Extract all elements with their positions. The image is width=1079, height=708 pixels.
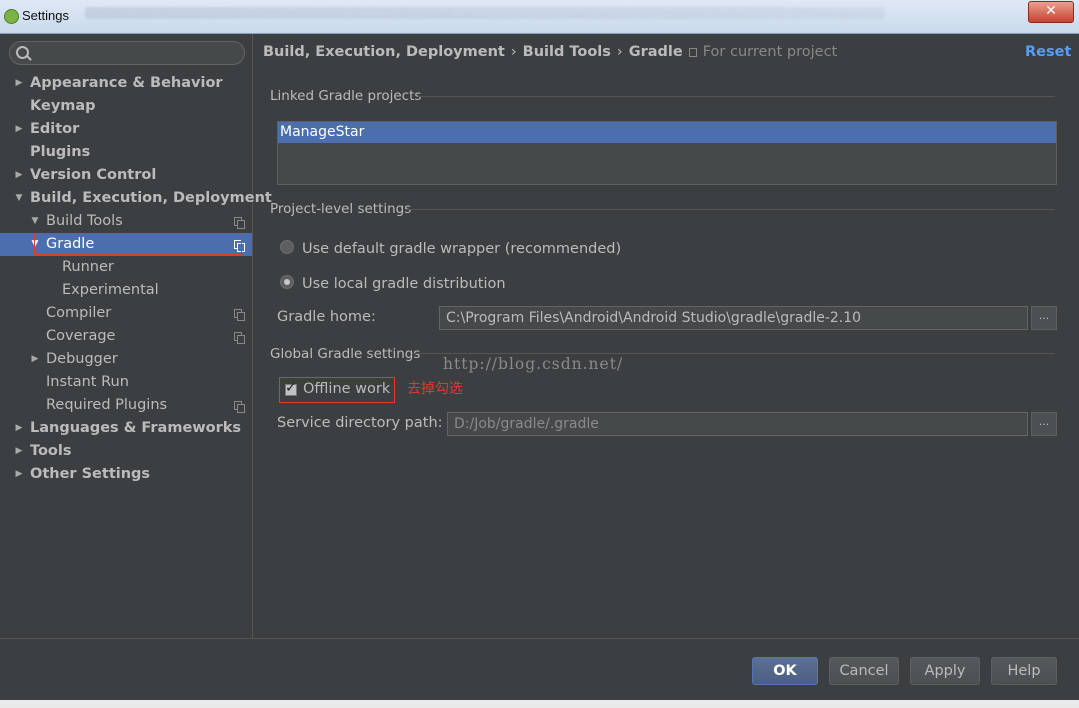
project-level-title: Project-level settings xyxy=(270,201,412,217)
sidebar-item-label: Required Plugins xyxy=(46,397,168,413)
sidebar-item-label: Languages & Frameworks xyxy=(30,420,242,436)
android-studio-icon xyxy=(4,9,19,24)
sidebar-item-label: Compiler xyxy=(46,305,112,321)
gradle-home-browse-button[interactable]: ... xyxy=(1031,306,1057,330)
local-distribution-radio[interactable]: Use local gradle distribution xyxy=(280,275,506,295)
sidebar-item-other-settings[interactable]: ▶ Other Settings xyxy=(0,463,252,486)
sidebar-item-keymap[interactable]: Keymap xyxy=(0,95,252,118)
offline-work-checkbox[interactable]: Offline work xyxy=(279,377,395,403)
sidebar-item-label: Appearance & Behavior xyxy=(30,75,223,91)
sidebar-item-experimental[interactable]: Experimental xyxy=(0,279,252,302)
expand-right-icon[interactable]: ▶ xyxy=(14,118,24,141)
help-button[interactable]: Help xyxy=(991,657,1057,685)
close-button[interactable]: ✕ xyxy=(1028,1,1074,23)
sidebar-item-label: Plugins xyxy=(30,144,91,160)
breadcrumb-separator: › xyxy=(616,44,623,60)
cancel-button[interactable]: Cancel xyxy=(829,657,899,685)
breadcrumb: Build, Execution, Deployment › Build Tools… xyxy=(263,44,837,60)
sidebar-item-label: Version Control xyxy=(30,167,157,183)
sidebar-item-build-tools[interactable]: ▼ Build Tools xyxy=(0,210,252,233)
sidebar-item-label: Instant Run xyxy=(46,374,129,390)
uncheck-annotation: 去掉勾选 xyxy=(407,381,463,397)
for-current-project-note: For current project xyxy=(702,44,838,60)
divider xyxy=(405,209,1055,210)
sidebar-item-runner[interactable]: Runner xyxy=(0,256,252,279)
settings-window: Settings ✕ ▶ Appearance & Behavior Keymap ▶… xyxy=(0,0,1079,708)
sidebar-item-tools[interactable]: ▶ Tools xyxy=(0,440,252,463)
breadcrumb-build-execution[interactable]: Build, Execution, Deployment xyxy=(263,44,505,60)
sidebar-item-editor[interactable]: ▶ Editor xyxy=(0,118,252,141)
expand-right-icon[interactable]: ▶ xyxy=(14,164,24,187)
offline-work-label: Offline work xyxy=(303,381,391,397)
sidebar-item-compiler[interactable]: Compiler xyxy=(0,302,252,325)
service-directory-label: Service directory path: xyxy=(277,415,443,431)
title-bar: Settings ✕ xyxy=(0,0,1079,34)
expand-right-icon[interactable]: ▶ xyxy=(14,417,24,440)
default-wrapper-radio[interactable]: Use default gradle wrapper (recommended) xyxy=(280,240,621,260)
sidebar-item-label: Debugger xyxy=(46,351,118,367)
divider xyxy=(418,96,1055,97)
sidebar-item-debugger[interactable]: ▶ Debugger xyxy=(0,348,252,371)
sidebar-item-appearance-behavior[interactable]: ▶ Appearance & Behavior xyxy=(0,72,252,95)
global-settings-title: Global Gradle settings xyxy=(270,346,421,362)
breadcrumb-separator: › xyxy=(510,44,517,60)
background-status-strip xyxy=(0,700,1079,708)
sidebar-item-label: Keymap xyxy=(30,98,96,114)
gradle-home-field[interactable] xyxy=(439,306,1028,330)
local-distribution-label: Use local gradle distribution xyxy=(302,276,506,292)
project-scope-icon xyxy=(234,401,245,413)
divider xyxy=(0,638,1079,639)
sidebar-item-plugins[interactable]: Plugins xyxy=(0,141,252,164)
window-title: Settings xyxy=(22,8,69,23)
expand-right-icon[interactable]: ▶ xyxy=(14,440,24,463)
sidebar-item-build-execution-deployment[interactable]: ▼ Build, Execution, Deployment xyxy=(0,187,272,210)
expand-down-icon[interactable]: ▼ xyxy=(30,210,40,233)
sidebar-item-label: Build Tools xyxy=(46,213,123,229)
linked-projects-title: Linked Gradle projects xyxy=(270,88,422,104)
radio-button-selected[interactable] xyxy=(280,275,294,289)
project-scope-icon xyxy=(234,309,245,321)
service-directory-browse-button[interactable]: ... xyxy=(1031,412,1057,436)
divider xyxy=(412,353,1055,354)
sidebar-item-required-plugins[interactable]: Required Plugins xyxy=(0,394,252,417)
ok-button[interactable]: OK xyxy=(752,657,818,685)
gradle-home-label: Gradle home: xyxy=(277,309,376,325)
breadcrumb-gradle: Gradle xyxy=(628,44,683,60)
sidebar-item-label: Experimental xyxy=(62,282,159,298)
expand-right-icon[interactable]: ▶ xyxy=(14,463,24,486)
default-wrapper-label: Use default gradle wrapper (recommended) xyxy=(302,241,622,257)
search-input[interactable] xyxy=(9,41,245,65)
reset-link[interactable]: Reset xyxy=(1025,44,1071,60)
expand-right-icon[interactable]: ▶ xyxy=(30,348,40,371)
expand-right-icon[interactable]: ▶ xyxy=(14,72,24,95)
linked-projects-list[interactable]: ManageStar xyxy=(277,121,1057,185)
search-icon xyxy=(16,46,29,59)
gradle-highlight-outline xyxy=(34,233,242,255)
sidebar-item-label: Other Settings xyxy=(30,466,151,482)
watermark: http://blog.csdn.net/ xyxy=(443,355,624,373)
sidebar-item-languages-frameworks[interactable]: ▶ Languages & Frameworks xyxy=(0,417,252,440)
settings-sidebar: ▶ Appearance & Behavior Keymap ▶ Editor Plugi… xyxy=(0,34,272,638)
list-item[interactable]: ManageStar xyxy=(278,122,1056,143)
expand-down-icon[interactable]: ▼ xyxy=(14,187,24,210)
service-directory-field[interactable] xyxy=(447,412,1028,436)
sidebar-item-label: Tools xyxy=(30,443,72,459)
project-icon xyxy=(688,47,697,57)
project-scope-icon xyxy=(234,217,245,229)
sidebar-item-label: Build, Execution, Deployment xyxy=(30,190,272,206)
sidebar-item-version-control[interactable]: ▶ Version Control xyxy=(0,164,252,187)
blurred-path-text xyxy=(85,7,885,19)
sidebar-item-label: Coverage xyxy=(46,328,116,344)
breadcrumb-build-tools[interactable]: Build Tools xyxy=(523,44,611,60)
sidebar-item-label: Editor xyxy=(30,121,80,137)
radio-button[interactable] xyxy=(280,240,294,254)
sidebar-item-instant-run[interactable]: Instant Run xyxy=(0,371,252,394)
project-scope-icon xyxy=(234,332,245,344)
checkbox-checked[interactable] xyxy=(285,380,297,396)
sidebar-item-label: Runner xyxy=(62,259,114,275)
apply-button[interactable]: Apply xyxy=(910,657,980,685)
sidebar-item-coverage[interactable]: Coverage xyxy=(0,325,252,348)
